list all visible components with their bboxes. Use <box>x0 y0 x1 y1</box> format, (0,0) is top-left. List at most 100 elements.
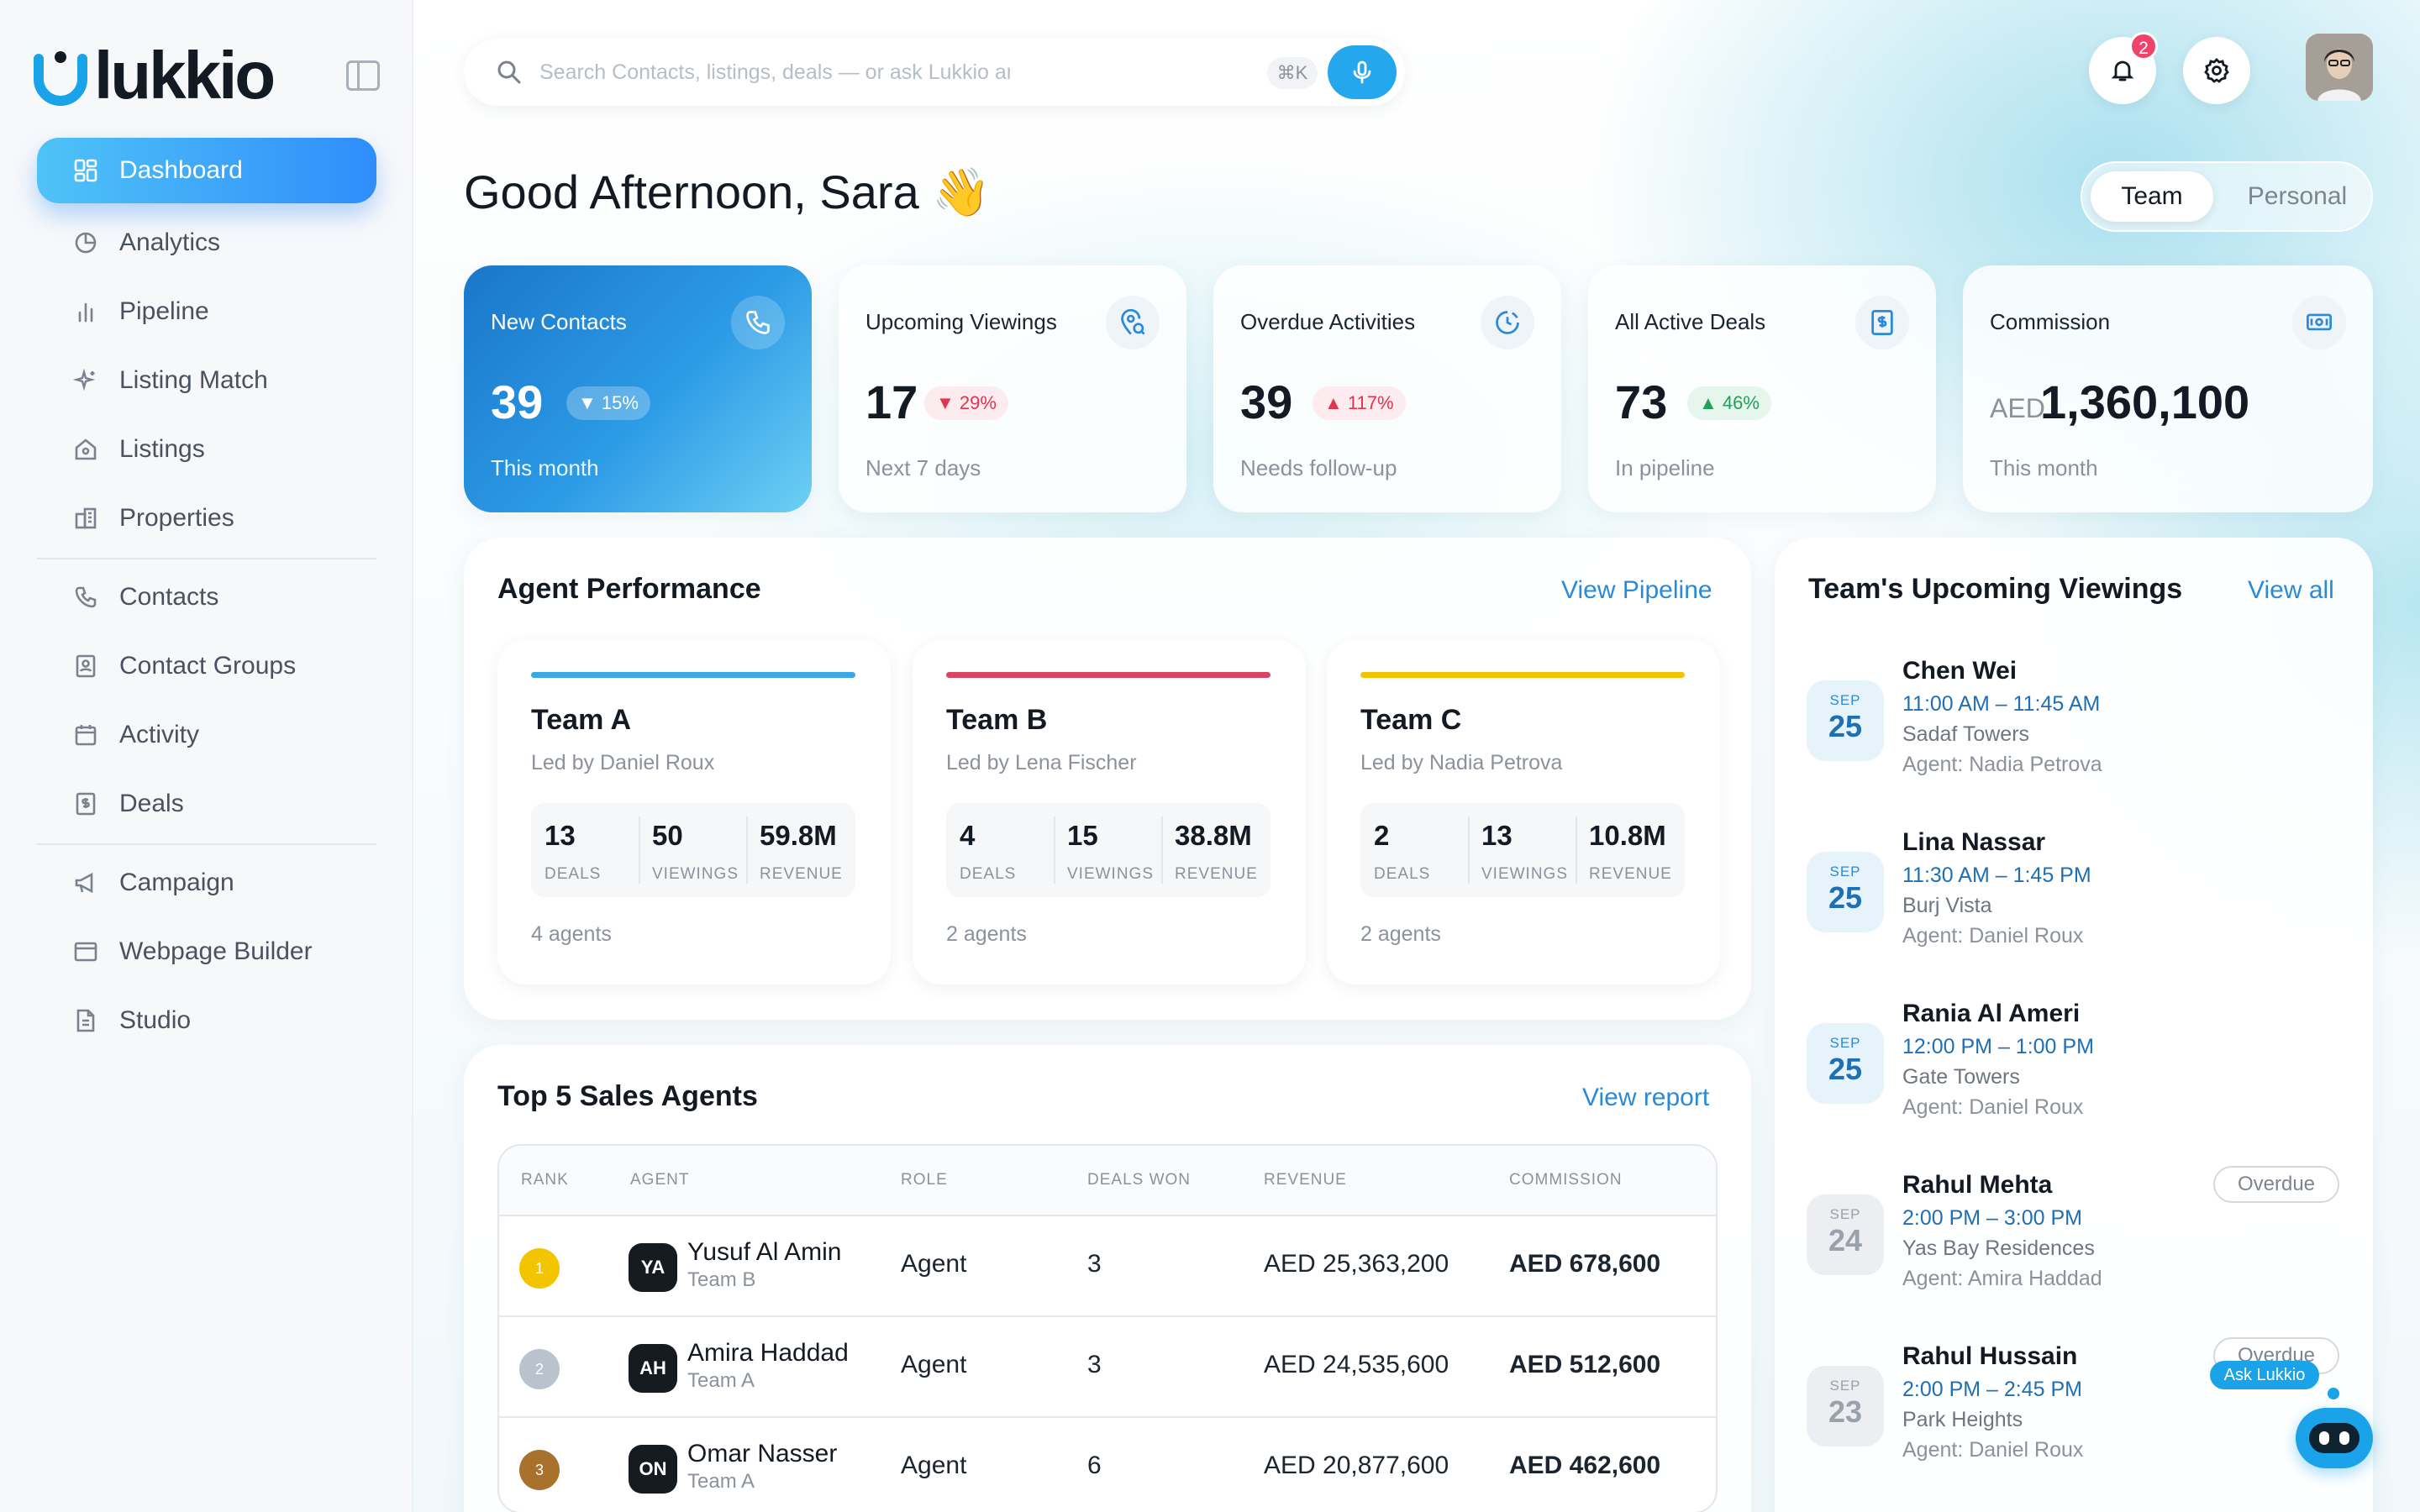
overdue-badge: Overdue <box>2213 1166 2339 1203</box>
dollar-doc-icon <box>71 789 101 819</box>
property-name: Yas Bay Residences <box>1902 1236 2095 1260</box>
sidebar-item-pipeline[interactable]: Pipeline <box>37 279 376 344</box>
user-avatar[interactable] <box>2306 34 2373 101</box>
team-card-c[interactable]: Team C Led by Nadia Petrova 2 DEALS 13 VIE… <box>1327 640 1720 984</box>
stat-value: 17 <box>865 375 918 428</box>
view-all-link[interactable]: View all <box>2248 576 2334 605</box>
sidebar-collapse-icon[interactable] <box>346 60 380 91</box>
search-bar[interactable]: ⌘K <box>464 39 1405 106</box>
date-month: SEP <box>1829 1206 1861 1222</box>
house-icon <box>71 434 101 465</box>
deals-value: 4 <box>960 820 976 851</box>
team-stats: 2 DEALS 13 VIEWINGS 10.8M REVENUE <box>1360 803 1685 897</box>
agent-avatar: ON <box>629 1445 677 1494</box>
client-name: Chen Wei <box>1902 657 2018 685</box>
assigned-agent: Agent: Nadia Petrova <box>1902 753 2102 776</box>
deals-value: 2 <box>1374 820 1390 851</box>
agent-team: Team B <box>687 1268 756 1291</box>
column-header-revenue[interactable]: REVENUE <box>1264 1171 1347 1189</box>
stat-card-overdue-activities[interactable]: Overdue Activities 39 ▲ 117% Needs follo… <box>1213 265 1561 512</box>
bell-icon <box>2111 60 2134 81</box>
deals-won: 3 <box>1087 1351 1102 1378</box>
date-badge: SEP 25 <box>1807 852 1884 932</box>
viewing-item[interactable]: SEP 24 Rahul Mehta Overdue 2:00 PM – 3:0… <box>1807 1166 2344 1322</box>
toggle-personal[interactable]: Personal <box>2230 171 2365 222</box>
search-input[interactable] <box>539 52 1010 92</box>
column-header-rank[interactable]: RANK <box>521 1171 569 1189</box>
assistant-bot-button[interactable] <box>2296 1408 2373 1468</box>
stat-divider <box>1161 816 1163 884</box>
agent-performance-title: Agent Performance <box>497 573 761 605</box>
viewing-item[interactable]: SEP 25 Lina Nassar 11:30 AM – 1:45 PM Bu… <box>1807 828 2344 979</box>
ask-assistant-label[interactable]: Ask Lukkio <box>2210 1361 2319 1389</box>
column-header-deals-won[interactable]: DEALS WON <box>1087 1171 1191 1189</box>
sidebar-item-listings[interactable]: Listings <box>37 417 376 482</box>
team-color-bar <box>1360 672 1685 678</box>
viewing-time: 11:00 AM – 11:45 AM <box>1902 692 2101 716</box>
table-row[interactable]: 2 AH Amira Haddad Team A Agent 3 AED 24,… <box>499 1317 1716 1418</box>
stat-divider <box>1468 816 1470 884</box>
assigned-agent: Agent: Daniel Roux <box>1902 1438 2084 1462</box>
sidebar-item-dashboard[interactable]: Dashboard <box>37 138 376 203</box>
date-badge: SEP 25 <box>1807 680 1884 761</box>
sidebar-item-label: Contacts <box>119 583 219 611</box>
stat-card-active-deals[interactable]: All Active Deals 73 ▲ 46% In pipeline <box>1588 265 1936 512</box>
stat-title: Upcoming Viewings <box>865 309 1057 334</box>
notification-count-badge: 2 <box>2129 32 2158 60</box>
rank-badge: 3 <box>519 1450 560 1490</box>
sidebar-item-properties[interactable]: Properties <box>37 486 376 551</box>
sidebar-item-deals[interactable]: Deals <box>37 771 376 837</box>
sidebar-item-webpage-builder[interactable]: Webpage Builder <box>37 919 376 984</box>
column-header-commission[interactable]: COMMISSION <box>1509 1171 1623 1189</box>
date-month: SEP <box>1829 692 1861 708</box>
view-report-link[interactable]: View report <box>1582 1084 1709 1112</box>
table-row[interactable]: 1 YA Yusuf Al Amin Team B Agent 3 AED 25… <box>499 1216 1716 1317</box>
sidebar-item-listing-match[interactable]: Listing Match <box>37 348 376 413</box>
sidebar-item-label: Listing Match <box>119 366 268 394</box>
settings-button[interactable] <box>2183 37 2250 104</box>
logo[interactable]: lukkio <box>30 42 276 109</box>
table-row[interactable]: 3 ON Omar Nasser Team A Agent 6 AED 20,8… <box>499 1418 1716 1512</box>
sidebar-item-label: Dashboard <box>119 156 243 184</box>
sidebar-divider <box>37 558 376 559</box>
viewing-item[interactable]: SEP 25 Rania Al Ameri 12:00 PM – 1:00 PM… <box>1807 1000 2344 1151</box>
date-month: SEP <box>1829 1378 1861 1394</box>
sidebar-item-studio[interactable]: Studio <box>37 988 376 1053</box>
currency-label: AED <box>1990 393 2045 423</box>
agent-role: Agent <box>901 1452 967 1479</box>
stat-title: Commission <box>1990 309 2111 334</box>
date-month: SEP <box>1829 864 1861 879</box>
clock-icon <box>1481 296 1534 349</box>
team-name: Team B <box>946 704 1048 736</box>
deals-won: 3 <box>1087 1250 1102 1278</box>
view-pipeline-link[interactable]: View Pipeline <box>1561 576 1712 605</box>
team-card-a[interactable]: Team A Led by Daniel Roux 13 DEALS 50 VIEW… <box>497 640 891 984</box>
toggle-team[interactable]: Team <box>2091 171 2213 222</box>
sidebar-item-contacts[interactable]: Contacts <box>37 564 376 630</box>
agent-name: Amira Haddad <box>687 1339 849 1367</box>
voice-search-button[interactable] <box>1328 45 1397 99</box>
team-stats: 13 DEALS 50 VIEWINGS 59.8M REVENUE <box>531 803 855 897</box>
megaphone-icon <box>71 868 101 898</box>
sidebar-item-analytics[interactable]: Analytics <box>37 210 376 276</box>
sidebar-item-activity[interactable]: Activity <box>37 702 376 768</box>
sidebar-item-label: Analytics <box>119 228 221 256</box>
viewings-label: VIEWINGS <box>652 865 739 883</box>
page-title: Good Afternoon, Sara 👋 <box>464 165 991 218</box>
column-header-agent[interactable]: AGENT <box>630 1171 689 1189</box>
stat-card-upcoming-viewings[interactable]: Upcoming Viewings 17 ▼ 29% Next 7 days <box>839 265 1186 512</box>
sidebar-item-campaign[interactable]: Campaign <box>37 850 376 916</box>
stat-subtitle: This month <box>491 455 599 480</box>
stat-card-new-contacts[interactable]: New Contacts 39 ▼ 15% This month <box>464 265 812 512</box>
column-header-role[interactable]: ROLE <box>901 1171 948 1189</box>
table-header: RANK AGENT ROLE DEALS WON REVENUE COMMIS… <box>499 1146 1716 1216</box>
viewing-time: 2:00 PM – 2:45 PM <box>1902 1378 2083 1401</box>
team-color-bar <box>531 672 855 678</box>
sidebar-item-contact-groups[interactable]: Contact Groups <box>37 633 376 699</box>
revenue: AED 20,877,600 <box>1264 1452 1449 1479</box>
cash-icon <box>2292 296 2346 349</box>
team-card-b[interactable]: Team B Led by Lena Fischer 4 DEALS 15 VIEW… <box>913 640 1306 984</box>
viewing-item[interactable]: SEP 25 Chen Wei 11:00 AM – 11:45 AM Sada… <box>1807 657 2344 808</box>
client-name: Rahul Hussain <box>1902 1342 2078 1370</box>
stat-card-commission[interactable]: Commission AED 1,360,100 This month <box>1963 265 2373 512</box>
